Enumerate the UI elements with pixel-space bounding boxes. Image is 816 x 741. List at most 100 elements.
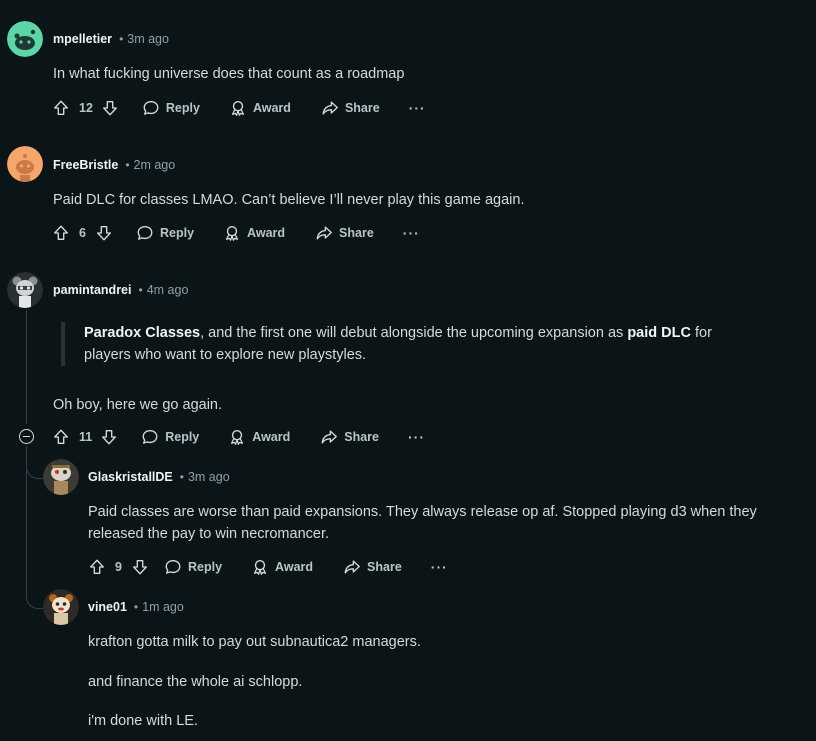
award-button[interactable]: Award bbox=[229, 99, 291, 117]
award-label: Award bbox=[275, 560, 314, 574]
share-label: Share bbox=[344, 430, 379, 444]
reply-icon bbox=[136, 224, 154, 242]
author-name[interactable]: mpelletier bbox=[53, 32, 112, 46]
snoo-avatar-custom-2-icon bbox=[43, 459, 79, 495]
award-button[interactable]: Award bbox=[228, 428, 290, 446]
upvote-icon[interactable] bbox=[52, 224, 70, 242]
downvote-icon[interactable] bbox=[95, 224, 113, 242]
share-label: Share bbox=[344, 101, 380, 115]
more-options-button[interactable]: ··· bbox=[431, 559, 448, 575]
comment-body: Oh boy, here we go again. bbox=[53, 397, 223, 413]
comment-meta: FreeBristle • 2m ago bbox=[53, 156, 175, 174]
award-label: Award bbox=[252, 430, 291, 444]
thread-connector bbox=[26, 577, 43, 609]
reply-button[interactable]: Reply bbox=[136, 224, 194, 242]
share-button[interactable]: Share bbox=[343, 558, 402, 576]
reply-label: Reply bbox=[188, 560, 223, 574]
comment-actions: 12 Reply Award Share ··· bbox=[52, 98, 426, 118]
timestamp[interactable]: 4m ago bbox=[147, 283, 189, 297]
reply-button[interactable]: Reply bbox=[141, 428, 199, 446]
snoo-avatar-green-icon bbox=[7, 21, 43, 57]
comment-paragraph: and finance the whole ai schlopp. bbox=[88, 674, 303, 690]
award-button[interactable]: Award bbox=[251, 558, 313, 576]
more-options-button[interactable]: ··· bbox=[408, 429, 425, 445]
downvote-icon[interactable] bbox=[101, 99, 119, 117]
award-icon bbox=[228, 428, 246, 446]
timestamp[interactable]: 1m ago bbox=[142, 600, 184, 614]
quote-text: for bbox=[690, 325, 712, 341]
avatar[interactable] bbox=[43, 459, 79, 495]
more-options-button[interactable]: ··· bbox=[403, 225, 420, 241]
award-icon bbox=[251, 558, 269, 576]
award-label: Award bbox=[247, 226, 286, 240]
snoo-avatar-orange-icon bbox=[7, 146, 43, 182]
reply-icon bbox=[164, 558, 182, 576]
avatar[interactable] bbox=[43, 589, 79, 625]
comment-body: Paid DLC for classes LMAO. Can’t believe… bbox=[53, 192, 525, 208]
share-icon bbox=[321, 99, 339, 117]
quote-text: players who want to explore new playstyl… bbox=[84, 347, 367, 363]
snoo-avatar-custom-icon bbox=[7, 272, 43, 308]
vote-count: 6 bbox=[79, 226, 86, 240]
reply-icon bbox=[141, 428, 159, 446]
comment-meta: mpelletier • 3m ago bbox=[53, 30, 169, 48]
separator-dot: • bbox=[133, 600, 139, 614]
timestamp[interactable]: 2m ago bbox=[134, 158, 176, 172]
thread-line[interactable] bbox=[26, 310, 27, 424]
reply-button[interactable]: Reply bbox=[142, 99, 200, 117]
timestamp[interactable]: 3m ago bbox=[127, 32, 169, 46]
blockquote: Paradox Classes, and the first one will … bbox=[61, 322, 774, 366]
share-icon bbox=[320, 428, 338, 446]
comment-body: Paid classes are worse than paid expansi… bbox=[88, 501, 757, 545]
author-name[interactable]: pamintandrei bbox=[53, 283, 132, 297]
share-button[interactable]: Share bbox=[315, 224, 374, 242]
upvote-icon[interactable] bbox=[52, 428, 70, 446]
separator-dot: • bbox=[125, 158, 130, 172]
author-name[interactable]: vine01 bbox=[88, 600, 127, 614]
reply-label: Reply bbox=[165, 101, 200, 115]
reply-label: Reply bbox=[165, 430, 200, 444]
share-button[interactable]: Share bbox=[321, 99, 380, 117]
separator-dot: • bbox=[179, 470, 184, 484]
timestamp[interactable]: 3m ago bbox=[188, 470, 230, 484]
share-label: Share bbox=[367, 560, 402, 574]
quote-bold-text: Paradox Classes bbox=[84, 325, 201, 341]
thread-connector bbox=[26, 450, 43, 479]
author-name[interactable]: GlaskristallDE bbox=[88, 470, 173, 484]
comment-actions: 9 Reply Award Share ··· bbox=[88, 557, 448, 577]
separator-dot: • bbox=[119, 32, 124, 46]
reply-button[interactable]: Reply bbox=[164, 558, 222, 576]
snoo-avatar-custom-3-icon bbox=[43, 589, 79, 625]
avatar[interactable] bbox=[7, 146, 43, 182]
quote-bold-text: paid DLC bbox=[627, 325, 691, 341]
quote-text: , and the first one will debut alongside… bbox=[200, 325, 628, 341]
avatar[interactable] bbox=[7, 21, 43, 57]
reply-label: Reply bbox=[160, 226, 195, 240]
collapse-thread-button[interactable] bbox=[19, 429, 34, 444]
more-options-button[interactable]: ··· bbox=[409, 100, 426, 116]
separator-dot: • bbox=[138, 283, 143, 297]
comment-body-line: released the pay to win necromancer. bbox=[88, 526, 329, 542]
comment-paragraph: i'm done with LE. bbox=[88, 713, 198, 729]
upvote-icon[interactable] bbox=[88, 558, 106, 576]
upvote-icon[interactable] bbox=[52, 99, 70, 117]
author-name[interactable]: FreeBristle bbox=[53, 158, 118, 172]
downvote-icon[interactable] bbox=[100, 428, 118, 446]
minus-icon bbox=[23, 435, 30, 438]
avatar[interactable] bbox=[7, 272, 43, 308]
comment-actions: 11 Reply Award Share ··· bbox=[52, 427, 425, 447]
comment-body: In what fucking universe does that count… bbox=[53, 66, 405, 82]
vote-count: 9 bbox=[115, 560, 122, 574]
comment-paragraph: krafton gotta milk to pay out subnautica… bbox=[88, 634, 421, 650]
award-icon bbox=[229, 99, 247, 117]
award-icon bbox=[223, 224, 241, 242]
share-icon bbox=[343, 558, 361, 576]
comment-actions: 6 Reply Award Share ··· bbox=[52, 223, 420, 243]
share-label: Share bbox=[339, 226, 374, 240]
share-button[interactable]: Share bbox=[320, 428, 379, 446]
downvote-icon[interactable] bbox=[131, 558, 149, 576]
award-label: Award bbox=[252, 101, 291, 115]
comment-body-line: Paid classes are worse than paid expansi… bbox=[88, 504, 757, 520]
vote-count: 12 bbox=[79, 101, 93, 115]
award-button[interactable]: Award bbox=[223, 224, 285, 242]
